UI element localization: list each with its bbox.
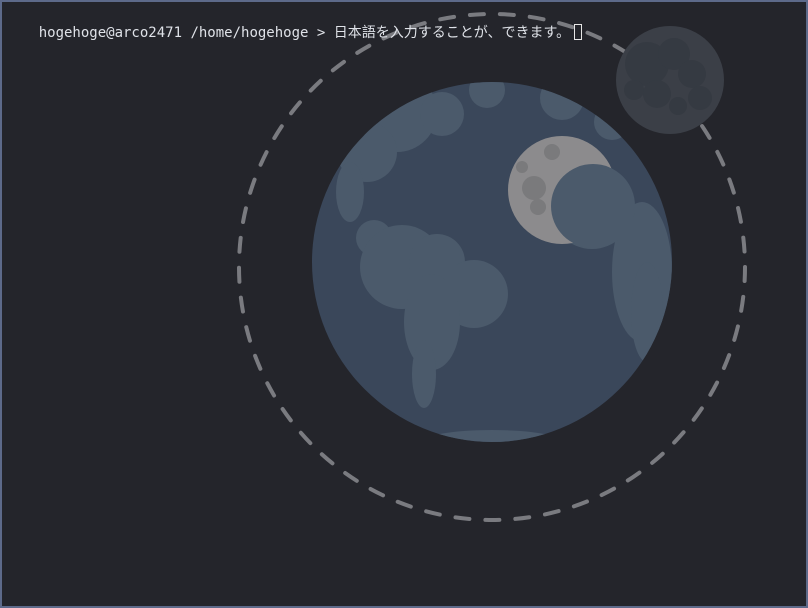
prompt-input-text[interactable]: 日本語を入力することが、できます。 bbox=[334, 25, 570, 41]
prompt-user-host: hogehoge@arco2471 bbox=[38, 25, 183, 41]
prompt-cwd: /home/hogehoge bbox=[190, 25, 309, 41]
earth-moon-wallpaper bbox=[237, 12, 747, 522]
earth-globe bbox=[312, 82, 672, 442]
dark-moon bbox=[616, 26, 724, 134]
terminal-window[interactable]: hogehoge@arco2471 /home/hogehoge > 日本語を入… bbox=[0, 0, 808, 608]
terminal-prompt-line[interactable]: hogehoge@arco2471 /home/hogehoge > 日本語を入… bbox=[5, 6, 583, 41]
text-cursor bbox=[574, 24, 583, 40]
